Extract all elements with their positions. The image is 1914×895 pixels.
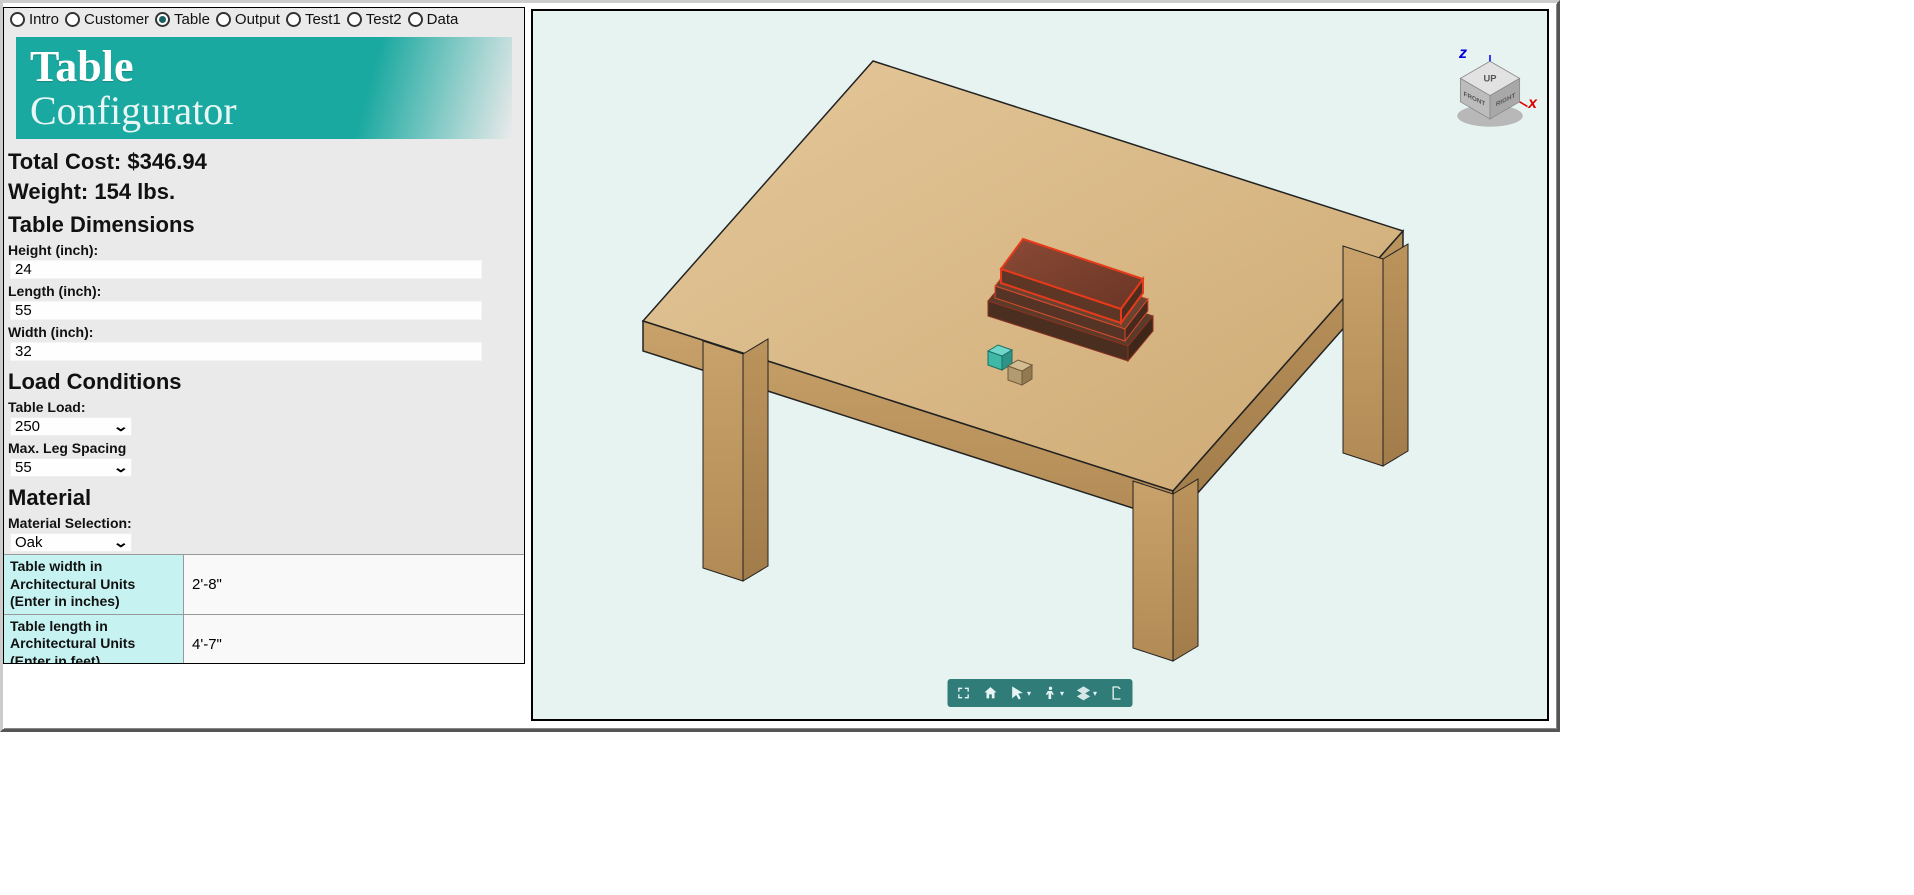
banner: Table Configurator — [16, 37, 512, 139]
arch-width-label: Table width in Architectural Units (Ente… — [4, 555, 184, 614]
select-value: Oak — [15, 534, 43, 551]
tab-bar: Intro Customer Table Output Test1 Test2 — [4, 8, 524, 31]
table-load-label: Table Load: — [4, 397, 524, 417]
arch-length-label: Table length in Architectural Units (Ent… — [4, 615, 184, 664]
person-icon — [1043, 685, 1059, 701]
load-heading: Load Conditions — [4, 363, 524, 397]
export-pdf-icon: A — [1109, 685, 1125, 701]
home-icon — [983, 685, 999, 701]
fullscreen-icon — [956, 685, 972, 701]
fullscreen-button[interactable] — [952, 682, 976, 704]
tab-label: Output — [235, 11, 280, 28]
layers-button[interactable] — [1072, 682, 1102, 704]
length-label: Length (inch): — [4, 281, 524, 301]
max-leg-label: Max. Leg Spacing — [4, 438, 524, 458]
home-button[interactable] — [979, 682, 1003, 704]
axis-x-label: x — [1528, 95, 1537, 113]
select-value: 55 — [15, 459, 32, 476]
tab-label: Test1 — [305, 11, 341, 28]
material-select-label: Material Selection: — [4, 513, 524, 533]
height-input[interactable]: 24 — [10, 260, 482, 279]
walk-button[interactable] — [1039, 682, 1069, 704]
material-heading: Material — [4, 479, 524, 513]
arch-width-value[interactable]: 2'-8" — [184, 555, 524, 614]
height-label: Height (inch): — [4, 240, 524, 260]
app-frame: Intro Customer Table Output Test1 Test2 — [0, 0, 1560, 732]
table-load-select[interactable]: 250 ⌄ — [10, 417, 132, 436]
radio-icon — [216, 12, 231, 27]
tab-label: Table — [174, 11, 210, 28]
radio-icon — [155, 12, 170, 27]
viewport-toolbar: A — [948, 679, 1133, 707]
tab-output[interactable]: Output — [214, 11, 282, 28]
arch-length-row: Table length in Architectural Units (Ent… — [4, 614, 524, 664]
chevron-down-icon: ⌄ — [113, 459, 129, 476]
tab-label: Intro — [29, 11, 59, 28]
length-input[interactable]: 55 — [10, 301, 482, 320]
tab-test1[interactable]: Test1 — [284, 11, 343, 28]
pointer-icon — [1010, 685, 1026, 701]
view-cube[interactable]: UP FRONT RIGHT — [1451, 55, 1529, 133]
chevron-down-icon: ⌄ — [113, 534, 129, 551]
tab-label: Customer — [84, 11, 149, 28]
layers-icon — [1076, 685, 1092, 701]
tab-label: Test2 — [366, 11, 402, 28]
chevron-down-icon: ⌄ — [113, 418, 129, 435]
pointer-button[interactable] — [1006, 682, 1036, 704]
banner-title: Table — [30, 45, 498, 89]
max-leg-select[interactable]: 55 ⌄ — [10, 458, 132, 477]
tab-customer[interactable]: Customer — [63, 11, 151, 28]
arch-length-value[interactable]: 4'-7" — [184, 615, 524, 664]
weight: Weight: 154 lbs. — [8, 177, 520, 207]
tab-table[interactable]: Table — [153, 11, 212, 28]
total-cost: Total Cost: $346.94 — [8, 147, 520, 177]
svg-text:A: A — [1115, 692, 1119, 697]
export-pdf-button[interactable]: A — [1105, 682, 1129, 704]
width-input[interactable]: 32 — [10, 342, 482, 361]
cube-up-label: UP — [1484, 74, 1497, 84]
dimensions-heading: Table Dimensions — [4, 206, 524, 240]
viewport-3d[interactable]: z x UP FRONT RIGHT — [531, 9, 1549, 721]
radio-icon — [65, 12, 80, 27]
material-select[interactable]: Oak ⌄ — [10, 533, 132, 552]
arch-width-row: Table width in Architectural Units (Ente… — [4, 554, 524, 614]
banner-subtitle: Configurator — [30, 91, 498, 131]
tab-data[interactable]: Data — [406, 11, 461, 28]
width-label: Width (inch): — [4, 322, 524, 342]
select-value: 250 — [15, 418, 40, 435]
radio-icon — [286, 12, 301, 27]
radio-icon — [408, 12, 423, 27]
tab-label: Data — [427, 11, 459, 28]
tab-intro[interactable]: Intro — [8, 11, 61, 28]
radio-icon — [347, 12, 362, 27]
summary: Total Cost: $346.94 Weight: 154 lbs. — [4, 145, 524, 206]
config-panel: Intro Customer Table Output Test1 Test2 — [3, 7, 525, 664]
tab-test2[interactable]: Test2 — [345, 11, 404, 28]
table-model — [573, 21, 1473, 681]
radio-icon — [10, 12, 25, 27]
